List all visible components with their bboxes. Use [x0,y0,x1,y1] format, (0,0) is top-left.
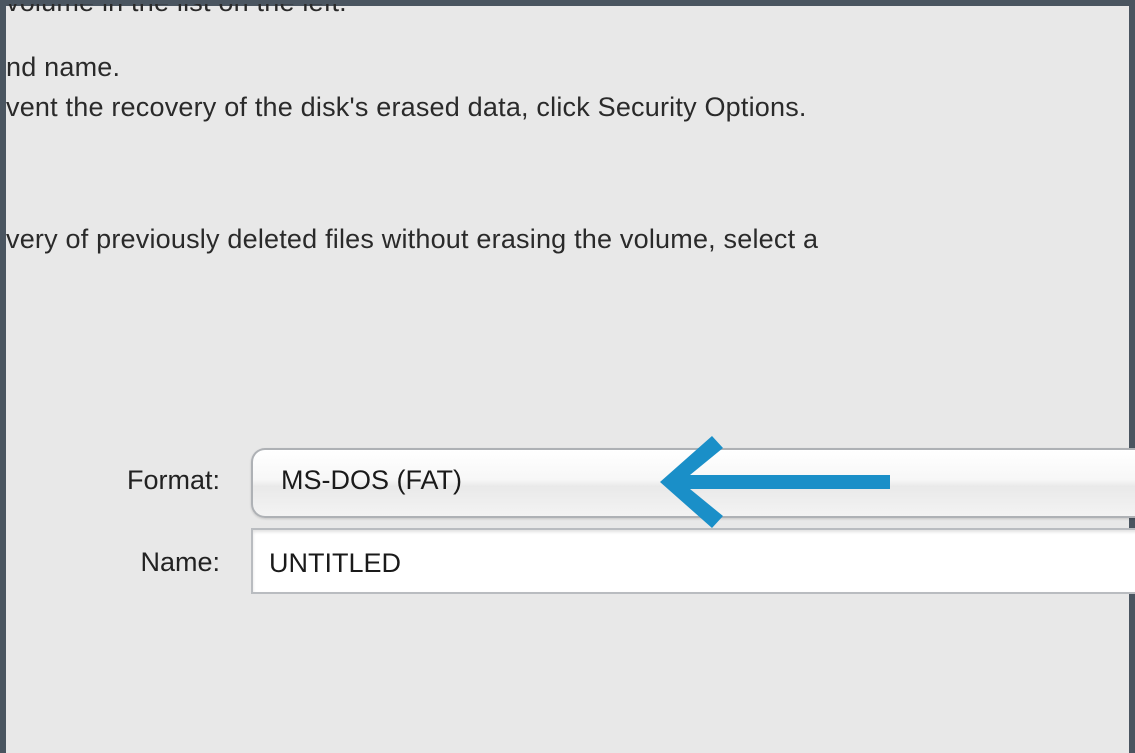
disk-utility-erase-panel: volume in the list on the left. nd name.… [0,0,1135,753]
instruction-line-cut: volume in the list on the left. [6,4,347,24]
instruction-text-0: volume in the list on the left. [6,4,347,16]
format-selected-value: MS-DOS (FAT) [281,465,462,495]
arrow-shape [660,436,890,528]
instruction-line-recovery: very of previously deleted files without… [6,224,819,254]
format-label: Format: [126,465,220,495]
name-label: Name: [140,547,220,577]
name-field-value: UNTITLED [269,548,402,578]
arrow-left-icon [660,436,890,528]
instruction-line-security: vent the recovery of the disk's erased d… [6,92,807,122]
name-field[interactable]: UNTITLED [251,528,1135,594]
window-border-right [1129,0,1135,753]
instruction-line-name: nd name. [6,52,121,82]
